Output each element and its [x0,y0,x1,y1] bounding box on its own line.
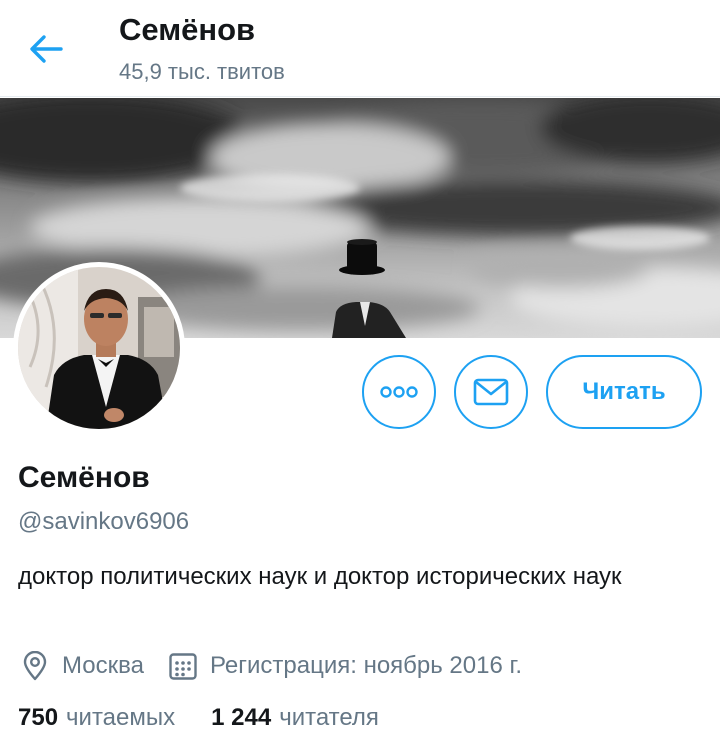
more-options-button[interactable] [362,355,436,429]
followers-link[interactable]: 1 244 читателя [211,704,379,732]
ellipsis-icon [380,386,418,398]
profile-meta: Москва Регистрация: ноябрь 2016 г. [18,648,522,684]
profile-bio: доктор политических наук и доктор истори… [18,563,622,590]
profile-location: Москва [62,652,144,679]
follow-stats: 750 читаемых 1 244 читателя [18,704,379,732]
following-label: читаемых [66,704,176,731]
profile-handle: @savinkov6906 [18,508,190,535]
avatar[interactable] [13,262,185,434]
envelope-icon [473,378,509,406]
follow-button[interactable]: Читать [546,355,702,429]
message-button[interactable] [454,355,528,429]
profile-name: Семёнов [18,461,150,494]
following-link[interactable]: 750 читаемых [18,704,175,732]
followers-count: 1 244 [211,704,272,731]
header-title: Семёнов [119,12,256,47]
tweet-count: 45,9 тыс. твитов [119,59,285,84]
arrow-left-icon [30,35,63,63]
location-pin-icon [18,649,52,683]
back-button[interactable] [22,28,70,70]
following-count: 750 [18,704,59,731]
calendar-icon [166,649,200,683]
profile-join-date: Регистрация: ноябрь 2016 г. [209,652,522,679]
followers-label: читателя [279,704,379,731]
profile-header-bar: Семёнов 45,9 тыс. твитов [0,0,720,97]
